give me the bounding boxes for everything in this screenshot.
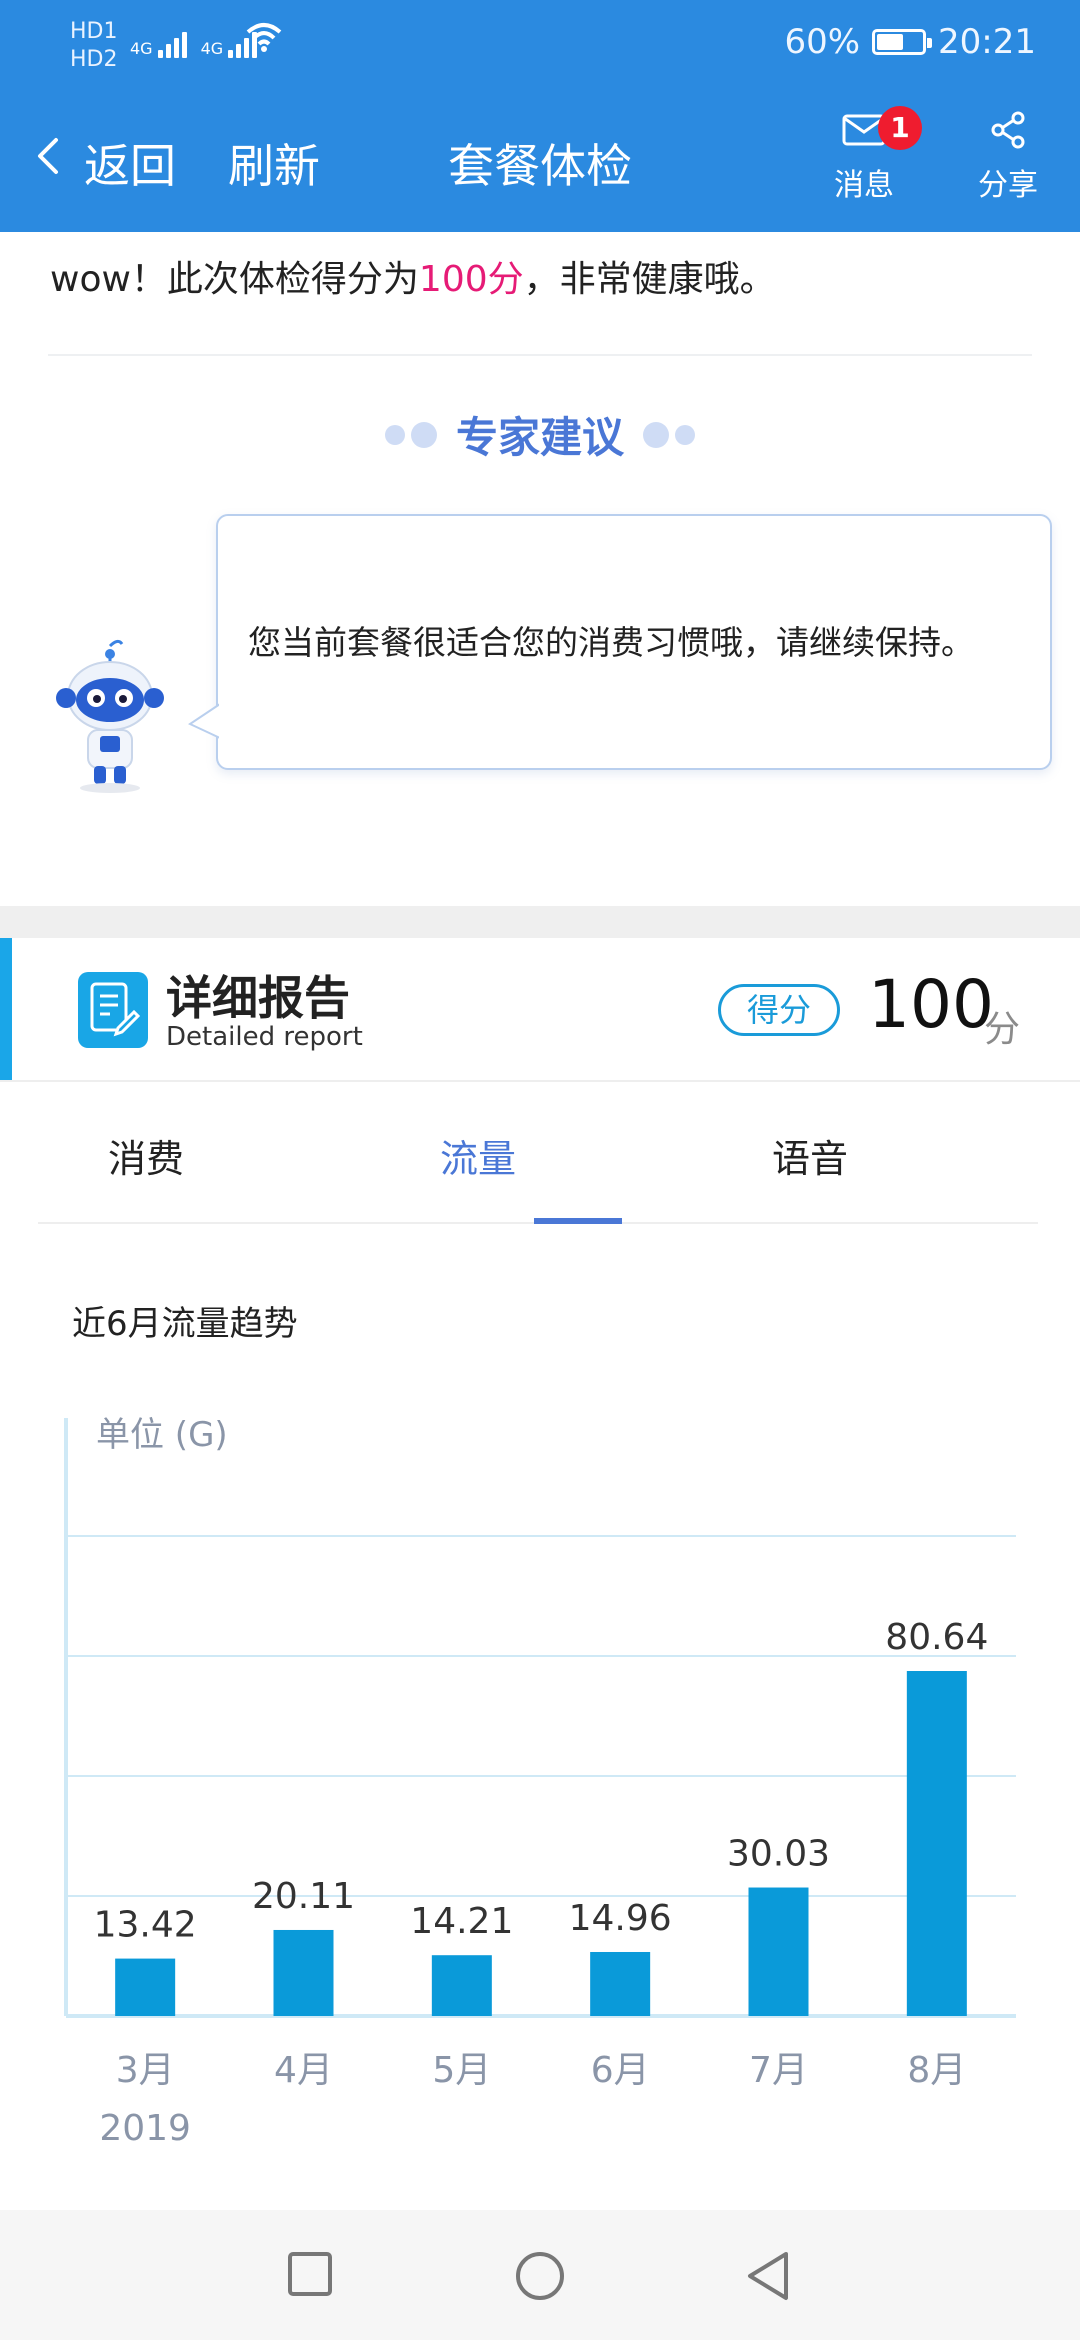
- tab-voice[interactable]: 语音: [710, 1128, 910, 1183]
- unit-label: 单位 (G): [96, 1415, 228, 1455]
- tab-data[interactable]: 流量: [378, 1128, 578, 1183]
- tab-consumption[interactable]: 消费: [46, 1128, 246, 1183]
- bar-6: [906, 1671, 967, 2016]
- unread-badge: 1: [878, 106, 922, 150]
- expert-title: 专家建议: [455, 413, 624, 462]
- value-label: 13.42: [94, 1905, 197, 1946]
- active-tab-indicator: [534, 1218, 622, 1224]
- bar-1: [115, 1958, 176, 2016]
- value-label: 14.96: [569, 1898, 672, 1939]
- report-title: 详细报告: [166, 971, 350, 1025]
- system-nav-bar: [0, 2210, 1080, 2340]
- messages-button[interactable]: 1 消息: [826, 106, 922, 204]
- x-tick-label: 7月: [749, 2050, 808, 2091]
- share-label: 分享: [978, 168, 1038, 203]
- value-label: 30.03: [727, 1834, 830, 1875]
- nav-header: 返回 刷新 套餐体检 1 消息 分享: [0, 90, 1080, 232]
- messages-label: 消息: [834, 168, 894, 203]
- robot-mascot-icon: [56, 639, 164, 793]
- back-nav-icon[interactable]: [744, 2250, 792, 2302]
- network-type-2: 4G: [200, 39, 224, 58]
- report-icon: [78, 972, 148, 1048]
- result-suffix: ，非常健康哦。: [523, 259, 776, 300]
- sim-indicator: HD1 HD2: [70, 19, 118, 72]
- battery-percent: 60%: [784, 22, 861, 62]
- advice-bubble: 您当前套餐很适合您的消费习惯哦，请继续保持。: [188, 514, 1052, 770]
- bar-3: [431, 1955, 492, 2016]
- network-type-1: 4G: [130, 39, 153, 58]
- result-prefix: wow！此次体检得分为: [50, 259, 419, 300]
- divider: [48, 354, 1032, 356]
- report-score: 100: [868, 966, 994, 1043]
- x-tick-label: 6月: [591, 2050, 650, 2091]
- home-icon[interactable]: [514, 2250, 566, 2302]
- data-usage-chart: 单位 (G) 13.42 3月 20.11 4月 14.21 5月 14.96 6月 30.03 7…: [64, 1415, 1016, 2149]
- value-label: 14.21: [410, 1901, 513, 1942]
- wifi-icon: [246, 23, 282, 52]
- x-tick-label: 4月: [274, 2050, 333, 2091]
- bar-2: [273, 1929, 334, 2016]
- share-icon: [991, 111, 1025, 149]
- share-button[interactable]: 分享: [970, 110, 1046, 204]
- status-bar: HD1 HD2 4G 4G 60% 20:21: [0, 0, 1080, 90]
- advice-text: 您当前套餐很适合您的消费习惯哦，请继续保持。: [248, 623, 974, 662]
- result-score: 100分: [418, 259, 524, 300]
- x-tick-label: 3月: [116, 2050, 175, 2091]
- signal-icon: 4G 4G: [130, 22, 258, 58]
- recent-apps-icon[interactable]: [286, 2250, 334, 2298]
- decor-dots-right: [643, 421, 696, 448]
- x-tick-label: 5月: [432, 2050, 491, 2091]
- report-tabs: 消费 流量 语音: [38, 1082, 1038, 1224]
- x-tick-label: 8月: [907, 2050, 966, 2091]
- year-label: 2019: [99, 2108, 191, 2149]
- value-label: 20.11: [252, 1876, 355, 1917]
- bar-5: [748, 1887, 809, 2016]
- trend-title: 近6月流量趋势: [72, 1304, 298, 1344]
- section-gap: [0, 906, 1080, 938]
- decor-dots-left: [384, 421, 437, 448]
- clock: 20:21: [938, 22, 1036, 62]
- report-subtitle: Detailed report: [166, 1022, 363, 1052]
- accent-bar: [0, 938, 12, 1080]
- bubble-tail: [188, 702, 222, 742]
- battery-icon: [872, 29, 933, 55]
- value-label: 80.64: [885, 1617, 988, 1658]
- bar-4: [590, 1951, 651, 2016]
- app-header-bar: HD1 HD2 4G 4G 60% 20:21 返回 刷新 套餐体检 1 消息 …: [0, 0, 1080, 232]
- result-summary: wow！此次体检得分为100分，非常健康哦。: [50, 250, 776, 302]
- report-header: 详细报告 Detailed report 得分 100 分: [0, 938, 1080, 1080]
- expert-section-heading: 专家建议: [0, 404, 1080, 465]
- report-score-unit: 分: [984, 1009, 1021, 1050]
- score-pill: 得分: [718, 984, 840, 1036]
